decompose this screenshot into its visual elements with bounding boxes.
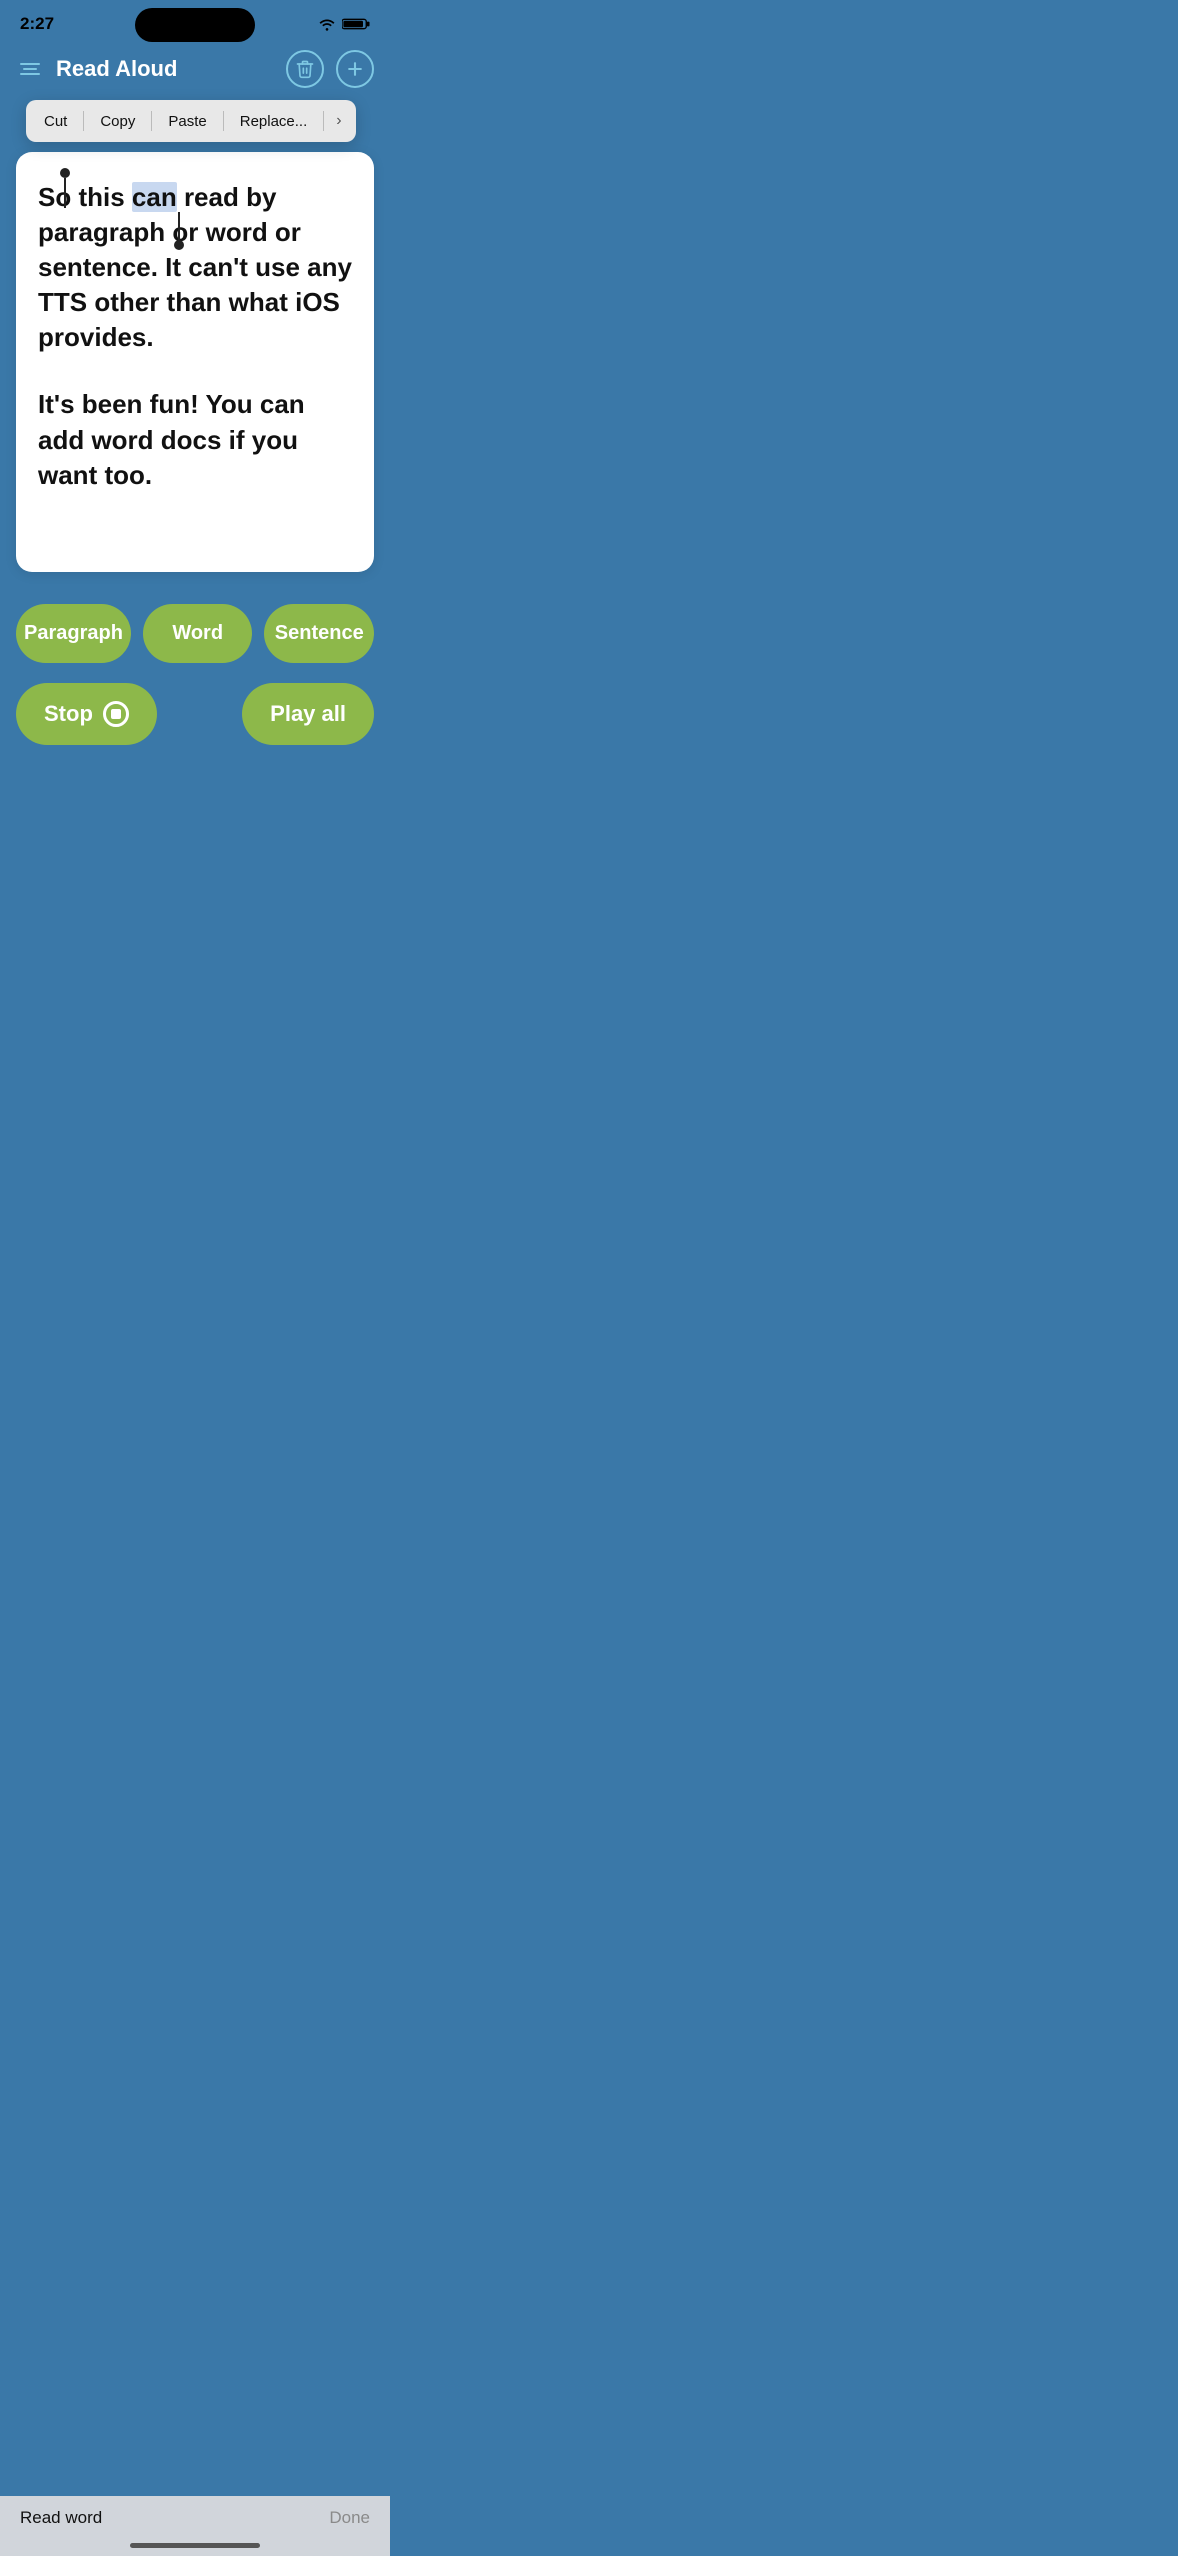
context-menu: Cut Copy Paste Replace... › (26, 100, 356, 142)
paste-menu-item[interactable]: Paste (154, 107, 220, 136)
sentence-button[interactable]: Sentence (264, 604, 374, 663)
plus-icon (345, 59, 365, 79)
menu-more-arrow[interactable]: › (326, 106, 351, 136)
context-menu-container: Cut Copy Paste Replace... › (0, 100, 390, 142)
trash-icon (295, 59, 315, 79)
status-time: 2:27 (20, 14, 54, 34)
stop-icon (103, 701, 129, 727)
home-indicator (130, 2543, 260, 2548)
stop-square (111, 709, 121, 719)
paragraph-2: It's been fun! You can add word docs if … (38, 387, 352, 492)
keyboard-bar: Read word Done (0, 2496, 390, 2556)
paragraph-1: So this can read by paragraph or word or… (38, 180, 352, 355)
action-buttons-row: Stop Play all (16, 683, 374, 745)
keyboard-bar-label: Read word (20, 2508, 102, 2528)
battery-icon (342, 17, 370, 31)
menu-divider-3 (223, 111, 224, 131)
cut-menu-item[interactable]: Cut (30, 107, 81, 136)
status-bar: 2:27 (0, 0, 390, 42)
text-content: So this can read by paragraph or word or… (38, 180, 352, 493)
replace-menu-item[interactable]: Replace... (226, 107, 322, 136)
menu-divider-2 (151, 111, 152, 131)
status-notch (135, 8, 255, 42)
highlighted-word: can (132, 182, 177, 212)
stop-label: Stop (44, 701, 93, 727)
paragraph-button[interactable]: Paragraph (16, 604, 131, 663)
play-all-button[interactable]: Play all (242, 683, 374, 745)
stop-button[interactable]: Stop (16, 683, 157, 745)
selection-handle-start (60, 168, 70, 208)
menu-divider-1 (83, 111, 84, 131)
word-button[interactable]: Word (143, 604, 253, 663)
nav-bar: Read Aloud (0, 42, 390, 100)
page-title: Read Aloud (56, 56, 274, 82)
delete-button[interactable] (286, 50, 324, 88)
keyboard-done-button[interactable]: Done (329, 2508, 370, 2528)
copy-menu-item[interactable]: Copy (86, 107, 149, 136)
text-card[interactable]: So this can read by paragraph or word or… (16, 152, 374, 572)
bottom-area: Paragraph Word Sentence Stop Play all (0, 572, 390, 745)
add-button[interactable] (336, 50, 374, 88)
menu-divider-4 (323, 111, 324, 131)
mode-buttons-row: Paragraph Word Sentence (16, 604, 374, 663)
selection-handle-end (174, 212, 184, 250)
wifi-icon (318, 17, 336, 31)
filter-icon[interactable] (16, 59, 44, 79)
status-icons (318, 17, 370, 31)
